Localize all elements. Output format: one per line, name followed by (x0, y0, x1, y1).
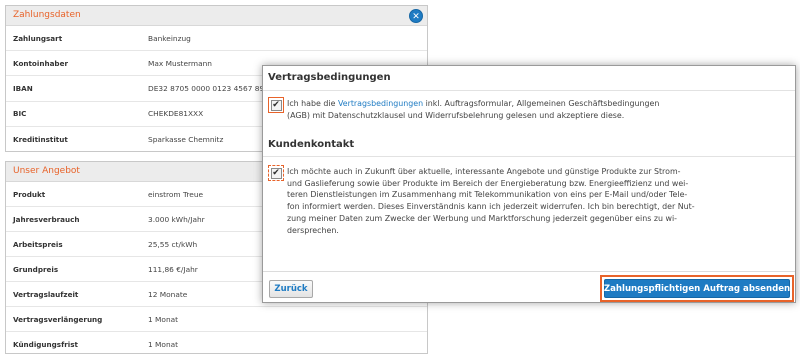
kunden-consent: ✔ Ich möchte auch in Zukunft über aktuel… (268, 165, 789, 236)
submit-button-highlight: Zahlungspflichtigen Auftrag absenden (600, 275, 794, 302)
consent-text-line: fon informiert werden. Dieses Einverstän… (287, 202, 695, 212)
checkmark-icon: ✔ (270, 99, 282, 111)
consent-text-line: Ich möchte auch in Zukunft über aktuelle… (287, 167, 681, 176)
row-value: DE32 8705 0000 0123 4567 89 (148, 83, 265, 93)
row-value: 12 Monate (148, 289, 188, 299)
vertrag-consent-text: Ich habe die Vertragsbedingungen inkl. A… (287, 98, 659, 121)
checkmark-icon: ✔ (270, 167, 282, 179)
row-label: Jahresverbrauch (13, 214, 80, 224)
table-row: Vertragsverlängerung 1 Monat (6, 307, 427, 332)
row-label: Kontoinhaber (13, 58, 68, 68)
zahlungsdaten-title: Zahlungsdaten (13, 10, 81, 20)
row-label: Kreditinstitut (13, 134, 68, 144)
row-value: einstrom Treue (148, 189, 204, 199)
row-label: Grundpreis (13, 264, 59, 274)
consent-text-part: inkl. Auftragsformular, Allgemeinen Gesc… (423, 99, 660, 108)
dialog-footer: Zurück Zahlungspflichtigen Auftrag absen… (263, 271, 795, 303)
table-row: Zahlungsart Bankeinzug (6, 26, 427, 52)
row-value: Sparkasse Chemnitz (148, 134, 224, 144)
consent-text-part: Ich habe die (287, 99, 338, 108)
vertrag-consent: ✔ Ich habe die Vertragsbedingungen inkl.… (268, 97, 789, 121)
table-row: Kündigungsfrist 1 Monat (6, 332, 427, 357)
row-label: Vertragslaufzeit (13, 289, 79, 299)
row-label: IBAN (13, 83, 33, 93)
row-value: 1 Monat (148, 314, 179, 324)
submit-order-button[interactable]: Zahlungspflichtigen Auftrag absenden (604, 279, 790, 298)
row-value: CHEKDE81XXX (148, 109, 204, 119)
zahlungsdaten-header: Zahlungsdaten ✕ (6, 6, 427, 26)
divider (263, 90, 795, 91)
vertrag-checkbox[interactable]: ✔ (268, 97, 284, 113)
row-label: BIC (13, 109, 27, 119)
row-label: Produkt (13, 189, 46, 199)
divider (263, 156, 795, 157)
vertragsbedingungen-heading: Vertragsbedingungen (268, 72, 391, 83)
angebot-title: Unser Angebot (13, 166, 80, 176)
row-value: 25,55 ct/kWh (148, 239, 198, 249)
close-icon[interactable]: ✕ (409, 9, 423, 23)
consent-text-line: und Gaslieferung sowie über Produkte im … (287, 178, 689, 188)
row-label: Arbeitspreis (13, 239, 63, 249)
back-button[interactable]: Zurück (269, 280, 313, 298)
kundenkontakt-consent-text: Ich möchte auch in Zukunft über aktuelle… (287, 166, 695, 236)
row-label: Zahlungsart (13, 33, 63, 43)
row-label: Kündigungsfrist (13, 340, 78, 349)
consent-text-line: zung meiner Daten zum Zwecke der Werbung… (287, 213, 677, 223)
kundenkontakt-checkbox[interactable]: ✔ (268, 165, 284, 181)
row-value: 111,86 €/Jahr (148, 264, 198, 274)
consent-text-line: teren Dienstleistungen im Zusammenhang m… (287, 190, 688, 200)
row-value: Max Mustermann (148, 58, 212, 68)
consent-text-part: (AGB) mit Datenschutzklausel und Widerru… (287, 110, 625, 120)
row-value: Bankeinzug (148, 33, 191, 43)
row-label: Vertragsverlängerung (13, 314, 103, 324)
confirm-dialog: Vertragsbedingungen ✔ Ich habe die Vertr… (262, 65, 796, 303)
row-value: 1 Monat (148, 340, 179, 349)
vertragsbedingungen-link[interactable]: Vertragsbedingungen (338, 99, 423, 108)
consent-text-line: dersprechen. (287, 225, 339, 235)
row-value: 3.000 kWh/Jahr (148, 214, 205, 224)
kundenkontakt-heading: Kundenkontakt (268, 139, 355, 150)
